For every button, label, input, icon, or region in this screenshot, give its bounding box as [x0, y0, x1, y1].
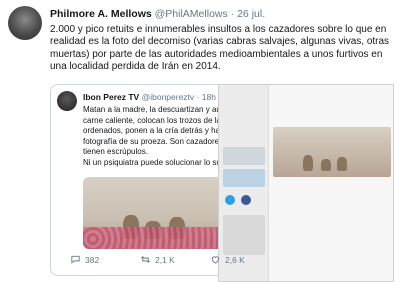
article-sidebar: [219, 85, 269, 281]
author-handle[interactable]: @PhilAMellows: [155, 8, 228, 20]
heart-icon: [211, 256, 220, 264]
reply-count: 382: [85, 254, 100, 265]
quoted-author-avatar: [57, 91, 77, 111]
tweet: Philmore A. Mellows @PhilAMellows · 26 j…: [0, 0, 400, 282]
retweet-count: 2,1 K: [155, 254, 175, 265]
goat-figure: [337, 157, 347, 171]
telegram-icon: [225, 195, 235, 205]
quoted-header-separator: ·: [196, 92, 200, 102]
quoted-tweet-header: Ibon Perez TV @ibonpereztv · 18h: [83, 92, 216, 102]
reply-icon: [71, 255, 80, 264]
author-avatar[interactable]: [8, 6, 42, 40]
retweet-button[interactable]: 2,1 K: [140, 254, 175, 265]
facebook-icon: [241, 195, 251, 205]
goat-figure: [303, 155, 313, 171]
reply-button[interactable]: 382: [70, 254, 99, 265]
like-count: 2,6 K: [225, 254, 245, 265]
quoted-author-handle: @ibonpereztv: [141, 92, 195, 102]
tweet-text: 2.000 y pico retuits e innumerables insu…: [50, 24, 390, 73]
quoted-author-name: Ibon Perez TV: [83, 92, 140, 102]
header-separator: ·: [230, 8, 235, 20]
tweet-date[interactable]: 26 jul.: [237, 8, 265, 20]
goat-figure: [321, 159, 331, 171]
article-photo: [273, 127, 391, 177]
like-button[interactable]: 2,6 K: [210, 254, 245, 265]
author-name[interactable]: Philmore A. Mellows: [50, 8, 152, 20]
tweet-actions: 382 2,1 K 2,6 K: [70, 254, 270, 268]
retweet-icon: [141, 256, 150, 263]
news-article-screenshot[interactable]: [218, 84, 394, 282]
sidebar-thumbnail: [223, 169, 265, 187]
quoted-tweet-time: 18h: [201, 92, 216, 102]
sidebar-thumbnail: [223, 147, 265, 165]
sidebar-block: [223, 215, 265, 255]
tweet-header: Philmore A. Mellows @PhilAMellows · 26 j…: [50, 8, 265, 20]
